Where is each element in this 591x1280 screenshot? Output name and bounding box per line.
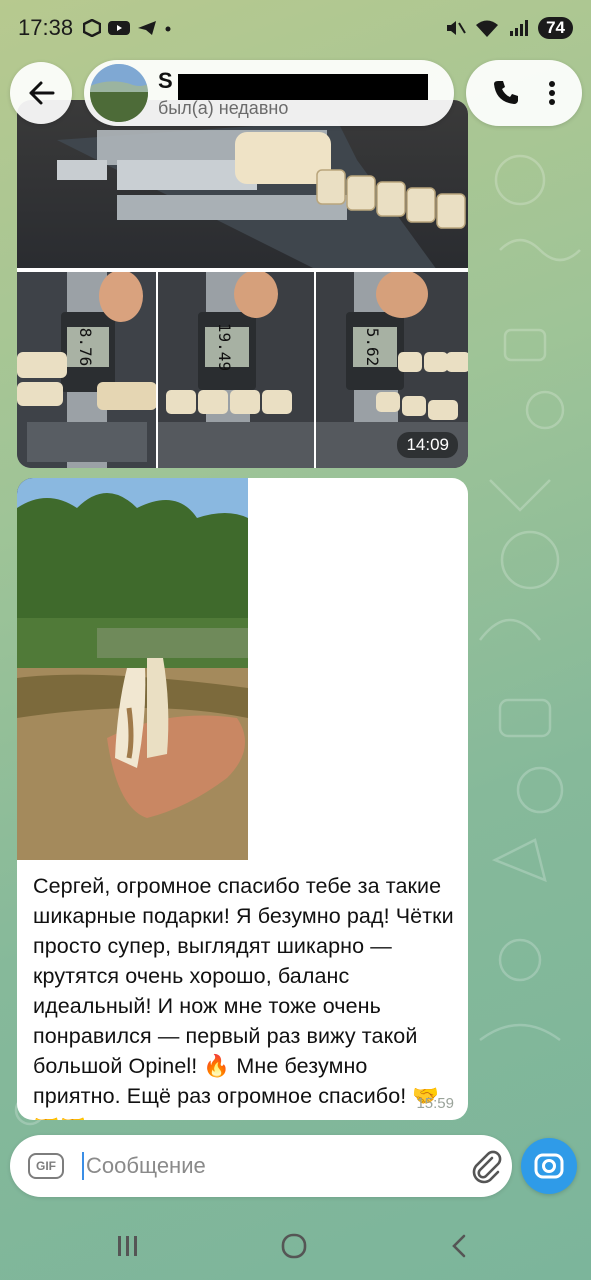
app-notification-icon	[83, 19, 102, 37]
album-photo-2[interactable]: 8.76	[17, 272, 156, 468]
more-vert-icon[interactable]	[547, 78, 557, 108]
paperclip-icon[interactable]	[468, 1148, 504, 1184]
chat-header[interactable]: S был(а) недавно	[84, 60, 454, 126]
home-icon	[281, 1233, 307, 1259]
back-button[interactable]	[10, 62, 72, 124]
youtube-icon	[108, 21, 131, 35]
recents-button[interactable]	[108, 1230, 148, 1262]
status-bar: 17:38 74	[0, 0, 591, 56]
message-text: Сергей, огромное спасибо тебе за такие ш…	[33, 874, 454, 1120]
redacted-name-block	[178, 74, 428, 100]
album-timestamp: 14:09	[397, 432, 458, 458]
wifi-icon	[476, 20, 499, 37]
notification-icons	[83, 19, 173, 37]
camera-button[interactable]	[521, 1138, 577, 1194]
message-composer: GIF	[10, 1135, 512, 1197]
avatar[interactable]	[90, 64, 148, 122]
contact-name: S	[158, 68, 173, 93]
message-photo-outdoor[interactable]	[17, 478, 248, 865]
contact-status: был(а) недавно	[158, 98, 289, 118]
signal-icon	[510, 20, 529, 36]
battery-indicator: 74	[538, 17, 573, 39]
photo-album-message[interactable]: 8.76 19.49 5.62 14:09	[17, 100, 468, 468]
home-button[interactable]	[274, 1230, 314, 1262]
message-bubble[interactable]: Сергей, огромное спасибо тебе за такие ш…	[17, 478, 468, 1120]
text-cursor	[82, 1152, 84, 1180]
mute-icon	[447, 21, 466, 35]
caliper-reading-2: 19.49	[215, 323, 234, 371]
message-timestamp: 15:59	[416, 1095, 454, 1112]
recents-icon	[118, 1236, 137, 1256]
caliper-reading-3: 5.62	[363, 328, 382, 367]
status-time: 17:38	[18, 15, 74, 40]
header-actions	[466, 60, 582, 126]
caliper-reading-1: 8.76	[76, 328, 95, 367]
phone-icon[interactable]	[491, 78, 521, 108]
message-input[interactable]	[86, 1149, 456, 1183]
back-arrow-icon	[29, 81, 55, 105]
gif-icon[interactable]: GIF	[28, 1153, 64, 1179]
system-icons: 74	[444, 17, 573, 39]
telegram-icon	[138, 21, 157, 35]
dot-icon	[165, 26, 171, 32]
back-icon	[452, 1234, 466, 1258]
nav-back-button[interactable]	[440, 1230, 480, 1262]
album-photo-3[interactable]: 19.49	[158, 272, 314, 468]
system-navigation-bar	[0, 1212, 591, 1280]
camera-icon	[534, 1153, 564, 1179]
